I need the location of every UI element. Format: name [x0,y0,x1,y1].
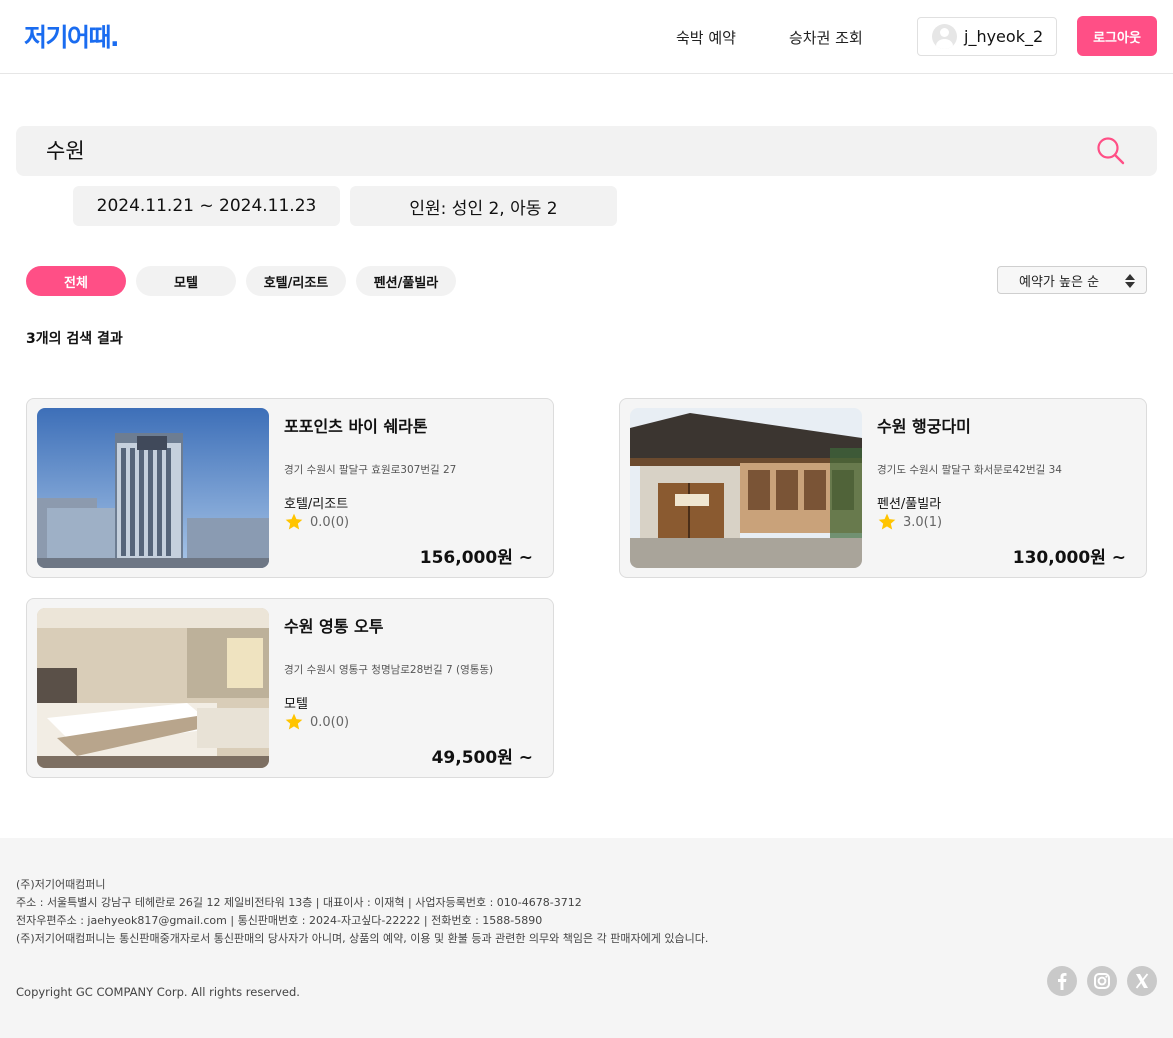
card-rating: 0.0(0) [284,512,349,532]
footer-company-info: (주)저기어때컴퍼니 주소 : 서울특별시 강남구 테헤란로 26길 12 제일… [16,876,708,948]
filter-tab-pension-poolvilla[interactable]: 펜션/풀빌라 [356,266,456,296]
card-type: 펜션/풀빌라 [877,497,942,512]
logo[interactable]: 저기어때. [24,18,120,54]
header: 저기어때. 숙박 예약 승차권 조회 j_hyeok_2 로그아웃 [0,0,1173,74]
date-range-field[interactable]: 2024.11.21 ~ 2024.11.23 [73,186,340,226]
card-rating: 3.0(1) [877,512,942,532]
instagram-icon[interactable] [1087,966,1117,996]
accommodation-card[interactable]: 포포인츠 바이 쉐라톤 경기 수원시 팔달구 효원로307번길 27 호텔/리조… [26,398,554,578]
accommodation-card[interactable]: 수원 영통 오투 경기 수원시 영통구 청명남로28번길 7 (영통동) 모텔 … [26,598,554,778]
search-bar [16,126,1157,176]
card-title: 포포인츠 바이 쉐라톤 [284,417,428,436]
hotel-photo [37,408,269,568]
star-icon [285,713,303,730]
motel-room-photo [37,608,269,768]
card-type: 호텔/리조트 [284,497,349,512]
result-count: 3개의 검색 결과 [26,331,123,347]
search-input[interactable] [46,138,946,162]
filter-tab-hotel-resort[interactable]: 호텔/리조트 [246,266,346,296]
filter-tab-motel[interactable]: 모텔 [136,266,236,296]
card-title: 수원 행궁다미 [877,417,971,436]
footer-company-name: (주)저기어때컴퍼니 [16,878,106,891]
card-price: 130,000원 ~ [1012,548,1126,568]
user-profile-button[interactable]: j_hyeok_2 [917,17,1057,56]
copyright: Copyright GC COMPANY Corp. All rights re… [16,985,300,999]
card-price: 49,500원 ~ [431,748,533,768]
sort-select[interactable]: 예약가 높은 순 [997,266,1147,294]
accommodation-card[interactable]: 수원 행궁다미 경기도 수원시 팔달구 화서문로42번길 34 펜션/풀빌라 3… [619,398,1147,578]
card-address: 경기 수원시 영통구 청명남로28번길 7 (영통동) [284,664,494,676]
footer-contact-line: 전자우편주소 : jaehyeok817@gmail.com | 통신판매번호 … [16,914,543,927]
footer: (주)저기어때컴퍼니 주소 : 서울특별시 강남구 테헤란로 26길 12 제일… [0,838,1173,1038]
filter-tab-all[interactable]: 전체 [26,266,126,296]
rating-text: 0.0(0) [310,514,350,530]
footer-address-line: 주소 : 서울특별시 강남구 테헤란로 26길 12 제일비전타워 13층 | … [16,896,582,909]
username: j_hyeok_2 [964,27,1044,46]
card-address: 경기 수원시 팔달구 효원로307번길 27 [284,464,457,476]
star-icon [285,513,303,530]
footer-disclaimer: (주)저기어때컴퍼니는 통신판매중개자로서 통신판매의 당사자가 아니며, 상품… [16,932,709,945]
x-icon[interactable] [1127,966,1157,996]
logout-button[interactable]: 로그아웃 [1077,16,1157,56]
card-title: 수원 영통 오투 [284,617,384,636]
card-rating: 0.0(0) [284,712,349,732]
search-icon[interactable] [1096,136,1126,166]
card-price: 156,000원 ~ [419,548,533,568]
sort-arrows-icon [1125,274,1135,288]
guest-count-field[interactable]: 인원: 성인 2, 아동 2 [350,186,617,226]
hanok-photo [630,408,862,568]
nav-accommodation-booking[interactable]: 숙박 예약 [676,27,736,48]
card-address: 경기도 수원시 팔달구 화서문로42번길 34 [877,464,1062,476]
rating-text: 3.0(1) [903,514,943,530]
rating-text: 0.0(0) [310,714,350,730]
card-type: 모텔 [284,697,308,712]
nav-ticket-lookup[interactable]: 승차권 조회 [789,27,863,48]
sort-select-value: 예약가 높은 순 [1019,274,1100,290]
facebook-icon[interactable] [1047,966,1077,996]
star-icon [878,513,896,530]
avatar [932,24,957,49]
